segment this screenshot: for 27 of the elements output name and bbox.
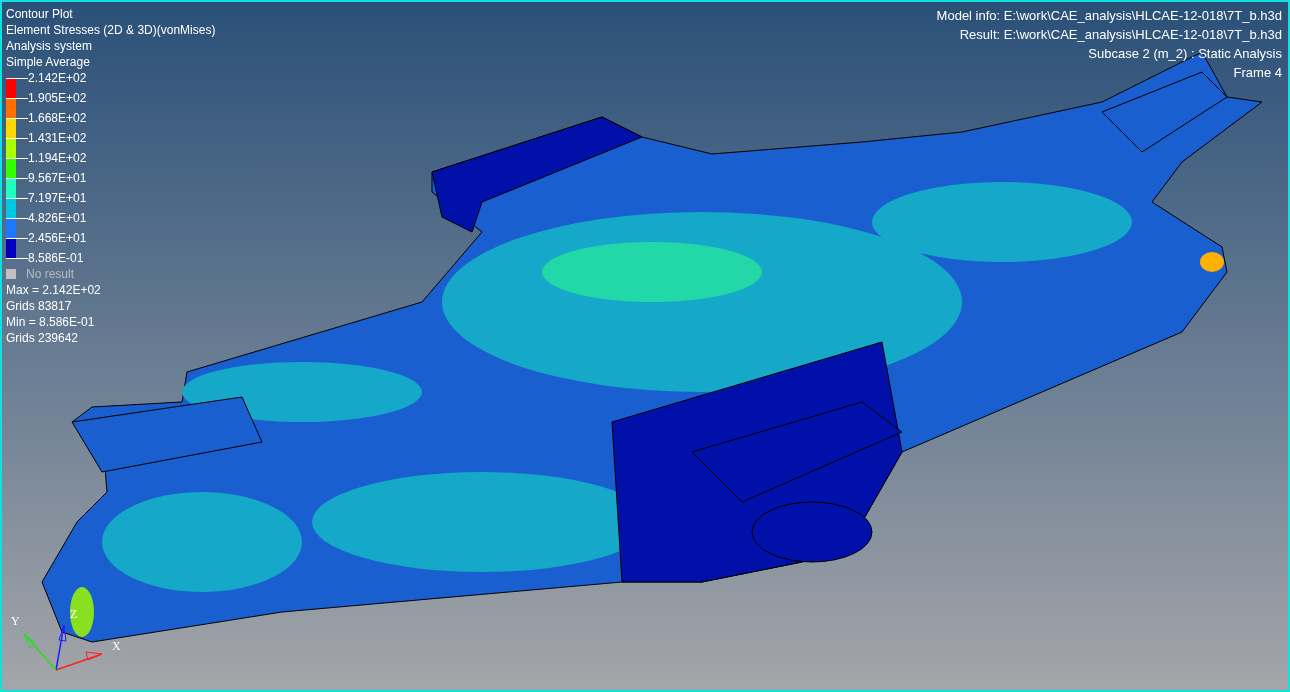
legend-value-text: 1.194E+02 <box>28 150 87 166</box>
legend-title-text: Element Stresses (2D & 3D)(vonMises) <box>6 22 216 38</box>
legend-value-text: 2.456E+01 <box>28 230 87 246</box>
stats-text: Grids 83817 <box>6 298 73 314</box>
legend-value-text: 7.197E+01 <box>28 190 87 206</box>
model-info-text: Subcase 2 (m_2) : Static Analysis <box>1088 45 1282 63</box>
legend-value-text: 8.586E-01 <box>28 250 84 266</box>
legend-title-text: Simple Average <box>6 54 91 70</box>
legend-value-text: 4.826E+01 <box>28 210 87 226</box>
model-info-text: Result: E:\work\CAE_analysis\HLCAE-12-018\7T_b.h3d <box>959 26 1282 44</box>
stats-text: Grids 239642 <box>6 330 80 346</box>
no-result-text: No result <box>26 266 75 282</box>
model-info-text: Frame 4 <box>1233 64 1282 82</box>
legend-value-text: 1.668E+02 <box>28 110 87 126</box>
stats-text: Max = 2.142E+02 <box>6 282 102 298</box>
legend-title-text: Contour Plot <box>6 6 74 22</box>
no-result-swatch <box>6 269 16 279</box>
stats-text: Min = 8.586E-01 <box>6 314 96 330</box>
legend-value-text: 9.567E+01 <box>28 170 87 186</box>
model-info-text: Model info: E:\work\CAE_analysis\HLCAE-12-018\7T_b.h3d <box>936 7 1282 25</box>
legend-title-text: Analysis system <box>6 38 94 54</box>
z-axis-label: Z <box>70 607 78 621</box>
x-axis-label: X <box>112 639 121 653</box>
legend-value-text: 1.905E+02 <box>28 90 87 106</box>
y-axis-label: Y <box>11 614 20 628</box>
legend-value-text: 1.431E+02 <box>28 130 87 146</box>
legend-value-text: 2.142E+02 <box>28 70 87 86</box>
